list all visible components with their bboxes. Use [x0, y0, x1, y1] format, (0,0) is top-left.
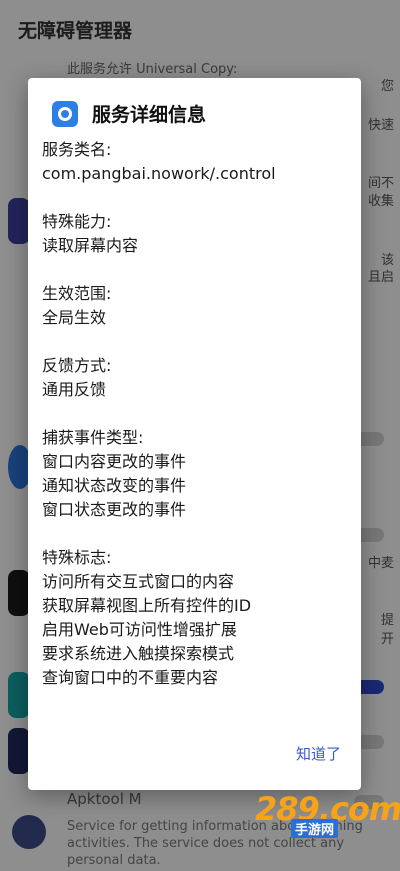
section-value: 窗口状态更改的事件	[42, 500, 187, 519]
watermark-subtext: 手游网	[291, 819, 339, 838]
section-value: 查询窗口中的不重要内容	[42, 668, 219, 687]
section-feedback: 反馈方式: 通用反馈	[42, 354, 351, 402]
site-watermark: 289.com 手游网	[255, 790, 400, 840]
service-details-dialog: 服务详细信息 服务类名: com.pangbai.nowork/.control…	[28, 78, 361, 790]
section-value: com.pangbai.nowork/.control	[42, 164, 276, 183]
section-label: 服务类名:	[42, 140, 112, 159]
section-flags: 特殊标志: 访问所有交互式窗口的内容 获取屏幕视图上所有控件的ID 启用Web可…	[42, 546, 351, 690]
section-value: 通知状态改变的事件	[42, 476, 187, 495]
dialog-body: 服务类名: com.pangbai.nowork/.control 特殊能力: …	[42, 138, 351, 714]
dialog-title: 服务详细信息	[92, 104, 207, 126]
section-value: 启用Web可访问性增强扩展	[42, 620, 237, 639]
section-label: 捕获事件类型:	[42, 428, 144, 447]
accessibility-service-icon	[52, 100, 78, 127]
section-class-name: 服务类名: com.pangbai.nowork/.control	[42, 138, 351, 186]
section-value: 访问所有交互式窗口的内容	[42, 572, 235, 591]
section-label: 反馈方式:	[42, 356, 112, 375]
section-value: 获取屏幕视图上所有控件的ID	[42, 596, 252, 615]
section-label: 特殊能力:	[42, 212, 112, 231]
section-value: 通用反馈	[42, 380, 107, 399]
section-label: 特殊标志:	[42, 548, 112, 567]
section-capability: 特殊能力: 读取屏幕内容	[42, 210, 351, 258]
section-value: 全局生效	[42, 308, 107, 327]
section-value: 读取屏幕内容	[42, 236, 139, 255]
section-event-types: 捕获事件类型: 窗口内容更改的事件 通知状态改变的事件 窗口状态更改的事件	[42, 426, 351, 522]
section-scope: 生效范围: 全局生效	[42, 282, 351, 330]
section-label: 生效范围:	[42, 284, 112, 303]
section-value: 窗口内容更改的事件	[42, 452, 187, 471]
confirm-button[interactable]: 知道了	[290, 739, 347, 768]
section-value: 要求系统进入触摸探索模式	[42, 644, 235, 663]
dialog-header: 服务详细信息	[52, 100, 206, 127]
